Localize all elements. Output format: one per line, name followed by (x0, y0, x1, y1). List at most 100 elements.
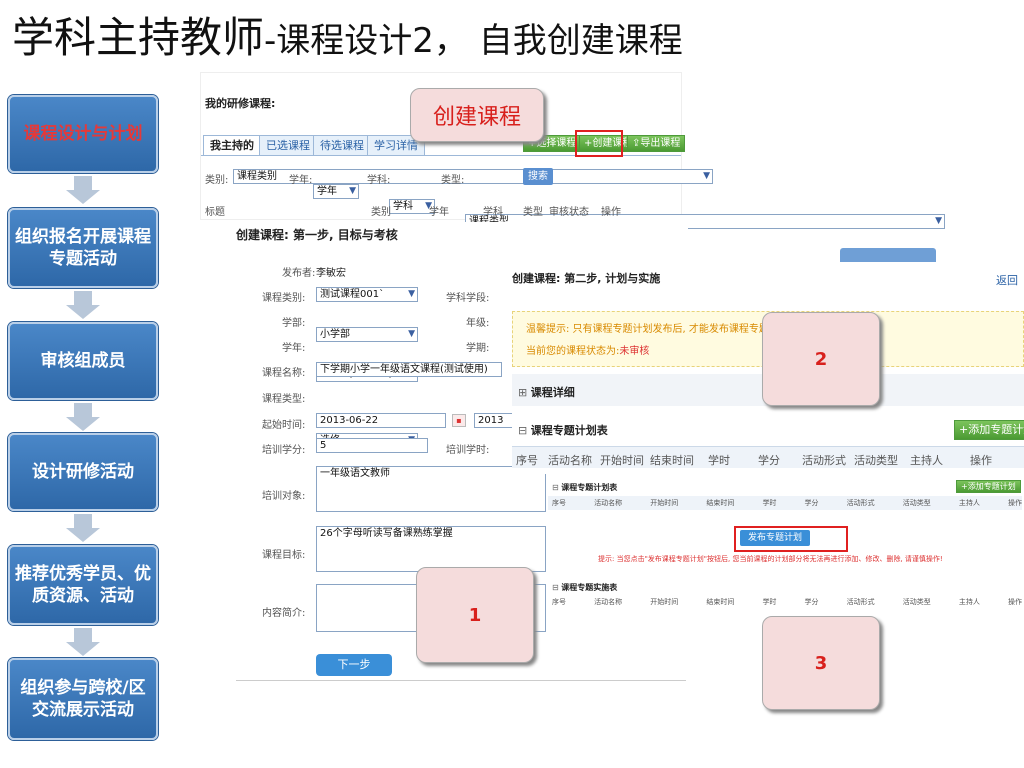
tip-status-value: 未审核 (619, 346, 650, 357)
collapse-icon[interactable]: ⊟ (518, 424, 531, 437)
col-hours: 学时 (762, 499, 777, 507)
intro-label: 内容简介: (262, 608, 306, 619)
filter-year-select[interactable]: 学年 (313, 184, 359, 199)
col-year: 学年 (429, 207, 449, 218)
impl-columns: 序号 活动名称 开始时间 结束时间 学时 学分 活动形式 活动类型 主持人 操作 (552, 597, 1022, 607)
detail-label: 课程详细 (530, 386, 575, 399)
detail-row: ⊞ 课程详细 (518, 384, 575, 400)
col-ops: 操作 (1007, 598, 1022, 606)
title-main: 学科主持教师 (12, 13, 265, 62)
step3-add-plan-button[interactable]: +添加专题计划 (956, 480, 1021, 493)
dept-label: 学部: (282, 318, 306, 329)
col-credit: 学分 (804, 499, 819, 507)
tab-hosted[interactable]: 我主持的 (203, 135, 261, 156)
flow-step-2: 组织报名开展课程专题活动 (8, 208, 158, 288)
panel-heading: 我的研修课程: (205, 97, 276, 110)
credit-input[interactable]: 5 (316, 438, 428, 453)
course-name-input[interactable]: 下学期小学一年级语文课程(测试使用) (316, 362, 502, 377)
col-no: 序号 (516, 454, 538, 467)
publisher-value: 李敏宏 (316, 268, 346, 279)
col-host: 主持人 (910, 454, 943, 467)
end-date-input[interactable]: 2013 (474, 413, 514, 428)
down-arrow-icon (66, 628, 100, 656)
col-name: 活动名称 (548, 454, 592, 467)
create-course-highlight (575, 130, 623, 157)
step3-panel: ⊟ 课程专题计划表 +添加专题计划 序号 活动名称 开始时间 结束时间 学时 学分 活动形式… (548, 474, 1024, 612)
impl-title-row: ⊟ 课程专题实施表 (552, 582, 617, 593)
col-hours: 学时 (708, 454, 730, 467)
step2-heading: 创建课程: 第二步, 计划与实施 (512, 272, 661, 285)
course-type-label: 课程类型: (262, 394, 306, 405)
col-no: 序号 (552, 598, 566, 606)
collapse-icon[interactable]: ⊟ (552, 483, 561, 492)
goal-textarea[interactable]: 26个字母听读写备课熟练掌握 (316, 526, 546, 572)
col-kind: 活动类型 (902, 499, 931, 507)
plan-title-row: ⊟ 课程专题计划表 (518, 422, 608, 438)
publisher-label: 发布者: (282, 268, 316, 279)
col-form: 活动形式 (846, 499, 875, 507)
down-arrow-icon (66, 403, 100, 431)
col-end: 结束时间 (706, 499, 735, 507)
col-credit: 学分 (804, 598, 819, 606)
col-start: 开始时间 (650, 598, 679, 606)
filter-year-label: 学年: (289, 175, 313, 186)
collapse-icon[interactable]: ⊟ (552, 583, 561, 592)
create-course-callout: 创建课程 (410, 88, 544, 142)
filter-subject-label: 学科: (367, 175, 391, 186)
flow-step-6: 组织参与跨校/区交流展示活动 (8, 658, 158, 740)
col-no: 序号 (552, 499, 566, 507)
back-link[interactable]: 返回 (996, 272, 1018, 288)
impl-title: 课程专题实施表 (561, 583, 618, 592)
title-sub: -课程设计2， 自我创建课程 (264, 21, 683, 61)
bottom-divider (236, 680, 686, 681)
col-subject: 学科 (483, 207, 503, 218)
down-arrow-icon (66, 514, 100, 542)
flow-step-4: 设计研修活动 (8, 433, 158, 511)
tip-status-label: 当前您的课程状态为: (526, 346, 620, 357)
col-host: 主持人 (958, 499, 980, 507)
dept-select[interactable]: 小学部 (316, 327, 418, 342)
col-kind: 活动类型 (902, 598, 931, 606)
add-plan-button[interactable]: +添加专题计划 (954, 420, 1024, 440)
start-time-label: 起始时间: (262, 420, 306, 431)
col-form: 活动形式 (846, 598, 875, 606)
col-name: 活动名称 (594, 499, 623, 507)
col-action: 操作 (601, 207, 621, 218)
col-category: 类别 (371, 207, 391, 218)
next-step-button[interactable]: 下一步 (316, 654, 392, 676)
col-end: 结束时间 (706, 598, 735, 606)
export-course-button[interactable]: ⇪导出课程 (627, 135, 686, 152)
tab-pending[interactable]: 待选课程 (313, 135, 371, 156)
col-kind: 活动类型 (854, 454, 898, 467)
tab-selected[interactable]: 已选课程 (259, 135, 317, 156)
publish-hint: 提示: 当您点击"发布课程专题计划"按钮后, 您当前课程的计划部分将无法再进行添… (598, 555, 943, 563)
col-credit: 学分 (758, 454, 780, 467)
col-name: 活动名称 (594, 598, 623, 606)
step3-callout: 3 (762, 616, 880, 710)
filter-type-label: 类型: (441, 175, 465, 186)
col-form: 活动形式 (802, 454, 846, 467)
expand-icon[interactable]: ⊞ (518, 386, 531, 399)
search-button[interactable]: 搜索 (523, 168, 553, 185)
start-date-input[interactable]: 2013-06-22 (316, 413, 446, 428)
term-label: 学期: (466, 343, 490, 354)
step1-callout: 1 (416, 567, 534, 663)
calendar-icon[interactable]: ▪ (452, 414, 466, 427)
grade-label: 年级: (466, 318, 490, 329)
flow-step-5: 推荐优秀学员、优质资源、活动 (8, 545, 158, 625)
target-label: 培训对象: (262, 491, 306, 502)
goal-label: 课程目标: (262, 550, 306, 561)
filter-category-label: 类别: (205, 175, 229, 186)
slide-title: 学科主持教师-课程设计2， 自我创建课程 (12, 8, 683, 71)
col-end: 结束时间 (650, 454, 694, 467)
step3-plan-title-row: ⊟ 课程专题计划表 (552, 482, 617, 493)
category-select[interactable]: 测试课程001` (316, 287, 418, 302)
category-label: 课程类别: (262, 293, 306, 304)
step1-heading: 创建课程: 第一步, 目标与考核 (236, 228, 398, 242)
step3-columns: 序号 活动名称 开始时间 结束时间 学时 学分 活动形式 活动类型 主持人 操作 (552, 498, 1022, 508)
col-status: 审核状态 (549, 207, 589, 218)
plan-title: 课程专题计划表 (530, 424, 608, 437)
col-title: 标题 (205, 207, 225, 218)
publish-plan-highlight (734, 526, 848, 552)
step3-plan-title: 课程专题计划表 (561, 483, 618, 492)
